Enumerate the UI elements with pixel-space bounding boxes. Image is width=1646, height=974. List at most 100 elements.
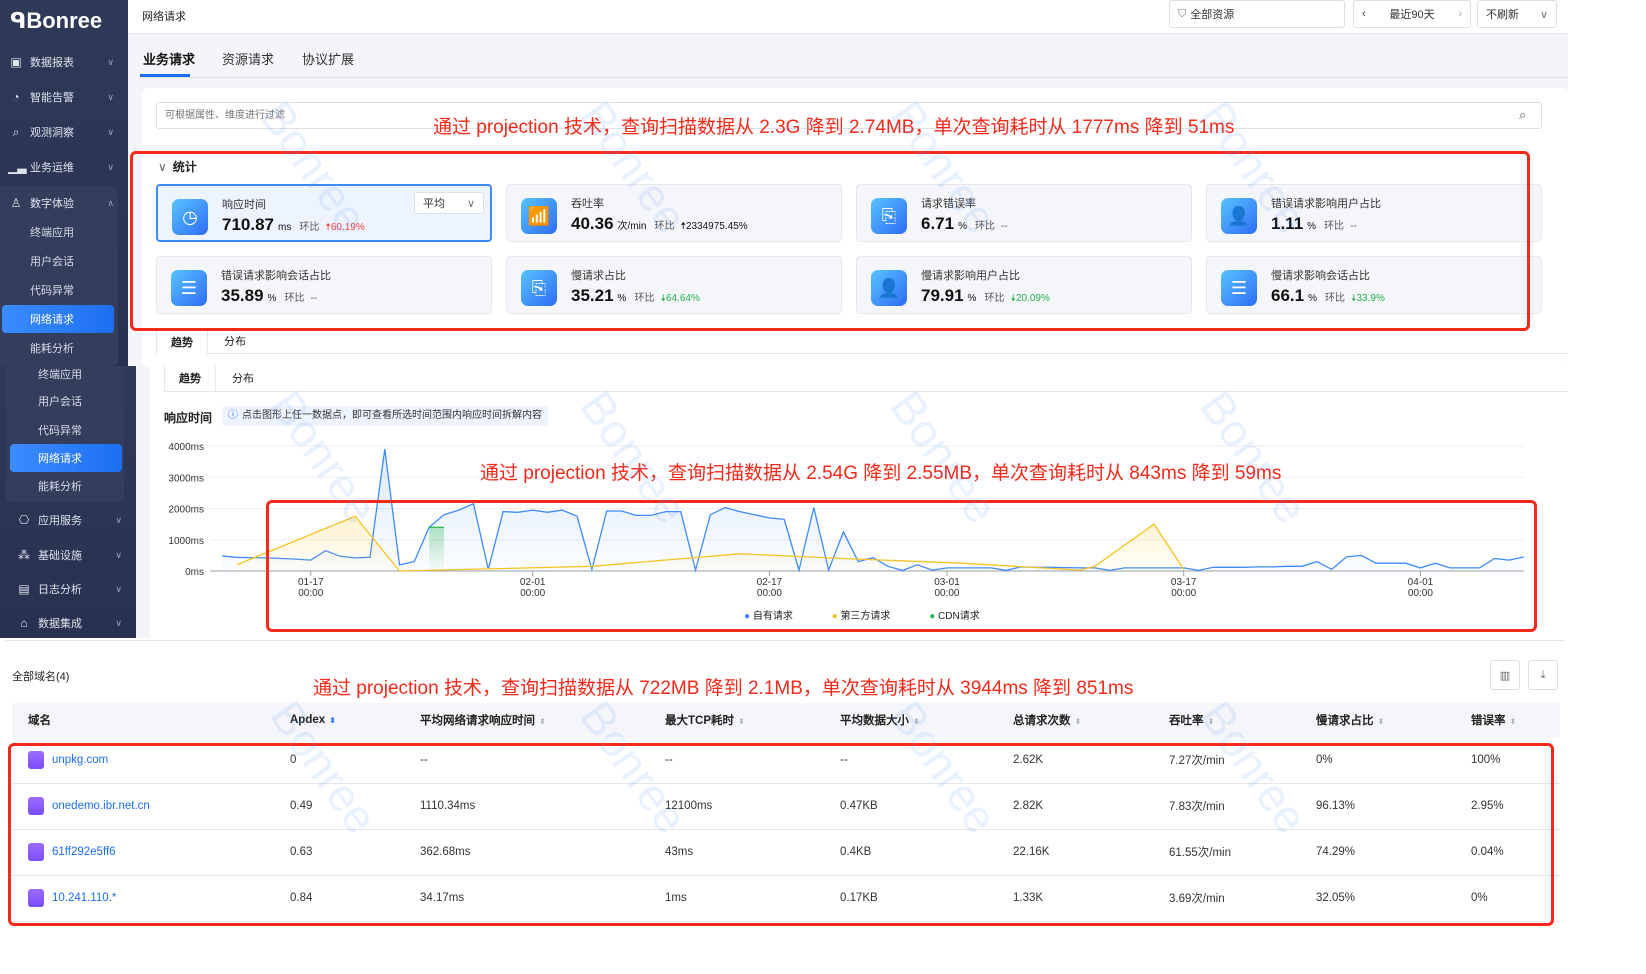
data-point[interactable] [1508,559,1511,562]
data-point[interactable] [679,510,682,513]
data-point[interactable] [931,569,934,572]
data-point[interactable] [442,513,445,516]
table-row[interactable]: unpkg.com0------2.62K7.27次/min0%100% [12,737,1560,783]
data-point[interactable] [383,448,386,451]
data-point[interactable] [1241,566,1244,569]
data-point[interactable] [250,556,253,559]
data-point[interactable] [842,530,845,533]
data-point[interactable] [221,555,224,558]
data-point[interactable] [1138,566,1141,569]
sort-icon[interactable]: ⬍ [1208,717,1215,726]
data-point[interactable] [1493,557,1496,560]
data-point[interactable] [516,511,519,514]
data-point[interactable] [1286,565,1289,568]
column-header[interactable]: 错误率⬍ [1455,703,1560,737]
domain-link[interactable]: 10.241.110.* [52,892,116,904]
data-point[interactable] [1093,566,1096,569]
data-point[interactable] [1330,568,1333,571]
data-point[interactable] [1182,566,1185,569]
column-header[interactable]: 最大TCP耗时⬍ [649,703,824,737]
sort-icon[interactable]: ⬍ [1378,717,1385,726]
data-point[interactable] [1345,555,1348,558]
data-point[interactable] [1049,566,1052,569]
legend-third-party[interactable]: ● 第三方请求 [832,611,909,622]
table-row[interactable]: 10.241.110.*0.8434.17ms1ms0.17KB1.33K3.6… [12,875,1560,921]
data-point[interactable] [472,502,475,505]
domain-link[interactable]: onedemo.ibr.net.cn [52,800,150,812]
legend-cdn[interactable]: ● CDN请求 [929,611,998,622]
data-point[interactable] [1449,566,1452,569]
data-point[interactable] [590,568,593,571]
data-point[interactable] [428,526,431,529]
data-point[interactable] [724,506,727,509]
data-point[interactable] [1167,566,1170,569]
data-point[interactable] [1271,565,1274,568]
data-point[interactable] [235,556,238,559]
data-point[interactable] [1212,566,1215,569]
column-header[interactable]: Apdex⬍ [274,703,404,737]
data-point[interactable] [1463,566,1466,569]
data-point[interactable] [812,506,815,509]
column-header[interactable]: 吞吐率⬍ [1153,703,1300,737]
data-point[interactable] [457,509,460,512]
data-point[interactable] [1034,566,1037,569]
column-header[interactable]: 平均数据大小⬍ [824,703,997,737]
table-row[interactable]: 61ff292e5ff60.63362.68ms43ms0.4KB22.16K6… [12,829,1560,875]
data-point[interactable] [768,516,771,519]
data-point[interactable] [309,559,312,562]
data-point[interactable] [324,549,327,552]
data-point[interactable] [339,555,342,558]
data-point[interactable] [1079,566,1082,569]
data-point[interactable] [398,563,401,566]
data-point[interactable] [413,560,416,563]
data-point[interactable] [531,509,534,512]
data-point[interactable] [857,560,860,563]
data-point[interactable] [827,569,830,572]
data-point[interactable] [1005,569,1008,572]
data-point[interactable] [945,566,948,569]
data-point[interactable] [635,514,638,517]
data-point[interactable] [901,569,904,572]
data-point[interactable] [783,518,786,521]
download-button[interactable]: ⤓ [1528,660,1558,690]
data-point[interactable] [1227,566,1230,569]
column-header[interactable]: 总请求次数⬍ [997,703,1153,737]
data-point[interactable] [265,556,268,559]
data-point[interactable] [664,510,667,513]
data-point[interactable] [975,566,978,569]
data-point[interactable] [1419,566,1422,569]
table-cell[interactable]: 10.241.110.* [12,875,274,921]
data-point[interactable] [798,569,801,572]
data-point[interactable] [1197,569,1200,572]
data-point[interactable] [1434,562,1437,565]
data-point[interactable] [1523,555,1526,558]
data-point[interactable] [694,569,697,572]
data-point[interactable] [354,556,357,559]
table-cell[interactable]: onedemo.ibr.net.cn [12,783,274,829]
data-point[interactable] [650,514,653,517]
sort-icon[interactable]: ⬍ [913,717,920,726]
data-point[interactable] [916,563,919,566]
sort-icon[interactable]: ⬍ [1075,717,1082,726]
sort-icon[interactable]: ⬍ [539,717,546,726]
data-point[interactable] [886,565,889,568]
data-point[interactable] [502,510,505,513]
table-row[interactable]: onedemo.ibr.net.cn0.491110.34ms12100ms0.… [12,783,1560,829]
data-point[interactable] [1108,569,1111,572]
data-point[interactable] [576,515,579,518]
domain-link[interactable]: 61ff292e5ff6 [52,846,116,858]
data-point[interactable] [709,513,712,516]
data-point[interactable] [1064,566,1067,569]
table-cell[interactable]: 61ff292e5ff6 [12,829,274,875]
sort-icon[interactable]: ⬍ [738,717,745,726]
legend-self[interactable]: ● 自有请求 [744,611,811,622]
data-point[interactable] [1478,566,1481,569]
column-settings-button[interactable]: ▥ [1490,660,1520,690]
data-point[interactable] [294,558,297,561]
sort-icon[interactable]: ⬍ [329,716,336,725]
data-point[interactable] [1301,565,1304,568]
column-header[interactable]: 平均网络请求响应时间⬍ [404,703,649,737]
data-point[interactable] [368,556,371,559]
data-point[interactable] [546,511,549,514]
data-point[interactable] [1123,566,1126,569]
